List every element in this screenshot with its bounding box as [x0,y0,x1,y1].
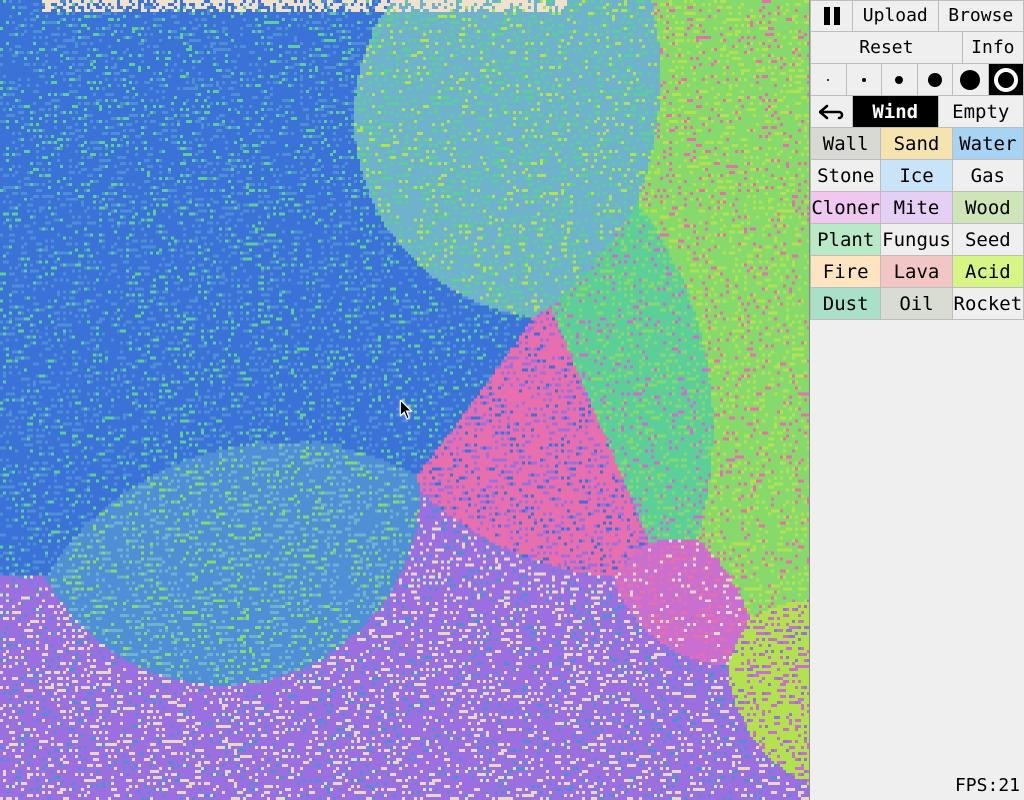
brush-size-5[interactable] [952,64,988,96]
upload-button[interactable]: Upload [852,0,938,32]
element-ice[interactable]: Ice [881,160,952,192]
reset-button[interactable]: Reset [810,32,962,64]
element-wood[interactable]: Wood [953,192,1024,224]
element-water[interactable]: Water [953,128,1024,160]
pause-icon [824,7,840,25]
element-seed[interactable]: Seed [953,224,1024,256]
element-stone[interactable]: Stone [810,160,881,192]
brush-size-row [810,64,1024,96]
element-fungus[interactable]: Fungus [881,224,952,256]
undo-icon [819,104,845,120]
pause-button[interactable] [810,0,852,32]
circle-icon [994,68,1018,92]
element-oil[interactable]: Oil [881,288,952,320]
element-wall[interactable]: Wall [810,128,881,160]
brush-size-6[interactable] [988,64,1024,96]
element-acid[interactable]: Acid [953,256,1024,288]
element-cloner[interactable]: Cloner [810,192,881,224]
control-panel: Upload Browse Reset Info Wind Empty Wall… [810,0,1024,800]
info-button[interactable]: Info [962,32,1024,64]
element-sand[interactable]: Sand [881,128,952,160]
element-lava[interactable]: Lava [881,256,952,288]
element-rocket[interactable]: Rocket [953,288,1024,320]
dot-icon [895,76,903,84]
brush-size-1[interactable] [810,64,846,96]
element-fire[interactable]: Fire [810,256,881,288]
fps-counter: FPS:21 [955,775,1020,796]
brush-size-4[interactable] [917,64,953,96]
empty-tool-button[interactable]: Empty [938,96,1024,128]
browse-button[interactable]: Browse [938,0,1024,32]
brush-size-3[interactable] [881,64,917,96]
element-dust[interactable]: Dust [810,288,881,320]
element-mite[interactable]: Mite [881,192,952,224]
element-palette: WallSandWater StoneIceGas ClonerMiteWood Pl… [810,128,1024,320]
dot-icon [862,78,866,82]
simulation-canvas[interactable] [0,0,810,800]
dot-icon [960,70,980,90]
brush-size-2[interactable] [846,64,882,96]
wind-tool-button[interactable]: Wind [852,96,938,128]
dot-icon [827,79,829,81]
undo-button[interactable] [810,96,852,128]
element-plant[interactable]: Plant [810,224,881,256]
element-gas[interactable]: Gas [953,160,1024,192]
dot-icon [928,73,942,87]
